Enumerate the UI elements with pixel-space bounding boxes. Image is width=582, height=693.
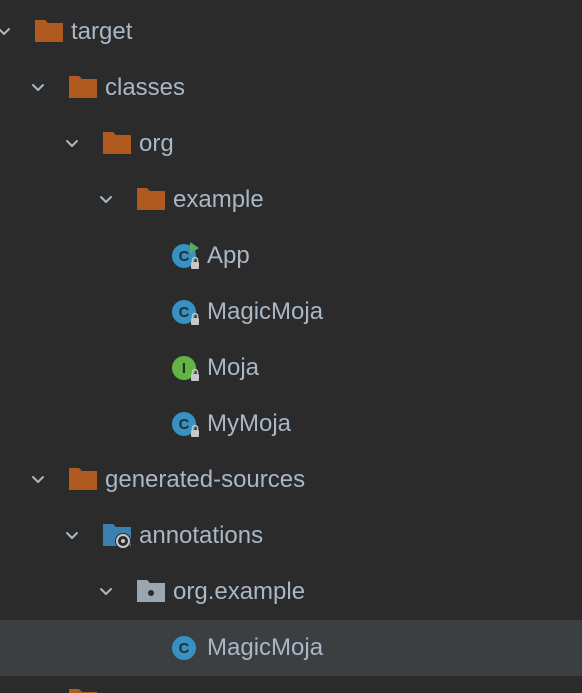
tree-node-example[interactable]: example <box>0 172 582 228</box>
tree-node-label: target <box>71 18 133 45</box>
tree-node-label: MagicMoja <box>207 634 324 661</box>
tree-node-label: annotations <box>139 522 264 549</box>
chevron-down-icon[interactable] <box>96 190 116 210</box>
tree-node-app[interactable]: C App <box>0 228 582 284</box>
tree-node-label: generated-sources <box>105 466 306 493</box>
chevron-down-icon[interactable] <box>62 134 82 154</box>
class-runnable-locked-icon: C <box>172 242 199 269</box>
tree-node-magicmoja-generated[interactable]: C MagicMoja <box>0 620 582 676</box>
tree-node-label: MagicMoja <box>207 298 324 325</box>
tree-node-label: org <box>139 130 174 157</box>
svg-text:C: C <box>179 304 190 321</box>
chevron-down-icon[interactable] <box>96 582 116 602</box>
interface-locked-icon: I <box>172 356 199 381</box>
tree-node-label: example <box>173 186 264 213</box>
chevron-down-icon[interactable] <box>28 78 48 98</box>
tree-node-annotations[interactable]: annotations <box>0 508 582 564</box>
tree-node-generated-sources[interactable]: generated-sources <box>0 452 582 508</box>
folder-excluded-icon <box>137 188 165 210</box>
folder-excluded-icon <box>69 468 97 490</box>
tree-node-moja[interactable]: I Moja <box>0 340 582 396</box>
folder-excluded-icon <box>69 689 97 693</box>
package-icon <box>137 580 165 602</box>
tree-node-label: MyMoja <box>207 410 292 437</box>
project-tree: target classes org example C App C Magic… <box>0 0 582 693</box>
class-locked-icon: C <box>172 300 199 325</box>
tree-node-org[interactable]: org <box>0 116 582 172</box>
chevron-down-icon[interactable] <box>0 22 14 42</box>
class-locked-icon: C <box>172 412 199 437</box>
svg-text:C: C <box>179 640 190 657</box>
tree-node-label: org.example <box>173 578 306 605</box>
tree-node-label: App <box>207 242 250 269</box>
folder-excluded-icon <box>69 76 97 98</box>
class-icon: C <box>172 636 196 660</box>
tree-node-org-example[interactable]: org.example <box>0 564 582 620</box>
folder-excluded-icon <box>35 20 63 42</box>
svg-text:I: I <box>182 360 186 377</box>
generated-sources-root-icon <box>103 524 131 549</box>
tree-node-classes[interactable]: classes <box>0 60 582 116</box>
tree-node-mymoja[interactable]: C MyMoja <box>0 396 582 452</box>
chevron-down-icon[interactable] <box>28 470 48 490</box>
tree-node-target[interactable]: target <box>0 4 582 60</box>
tree-node-label: classes <box>105 74 186 101</box>
tree-node-label: Moja <box>207 354 260 381</box>
svg-text:C: C <box>179 248 190 265</box>
tree-node-magicmoja[interactable]: C MagicMoja <box>0 284 582 340</box>
svg-text:C: C <box>179 416 190 433</box>
folder-excluded-icon <box>103 132 131 154</box>
chevron-down-icon[interactable] <box>62 526 82 546</box>
